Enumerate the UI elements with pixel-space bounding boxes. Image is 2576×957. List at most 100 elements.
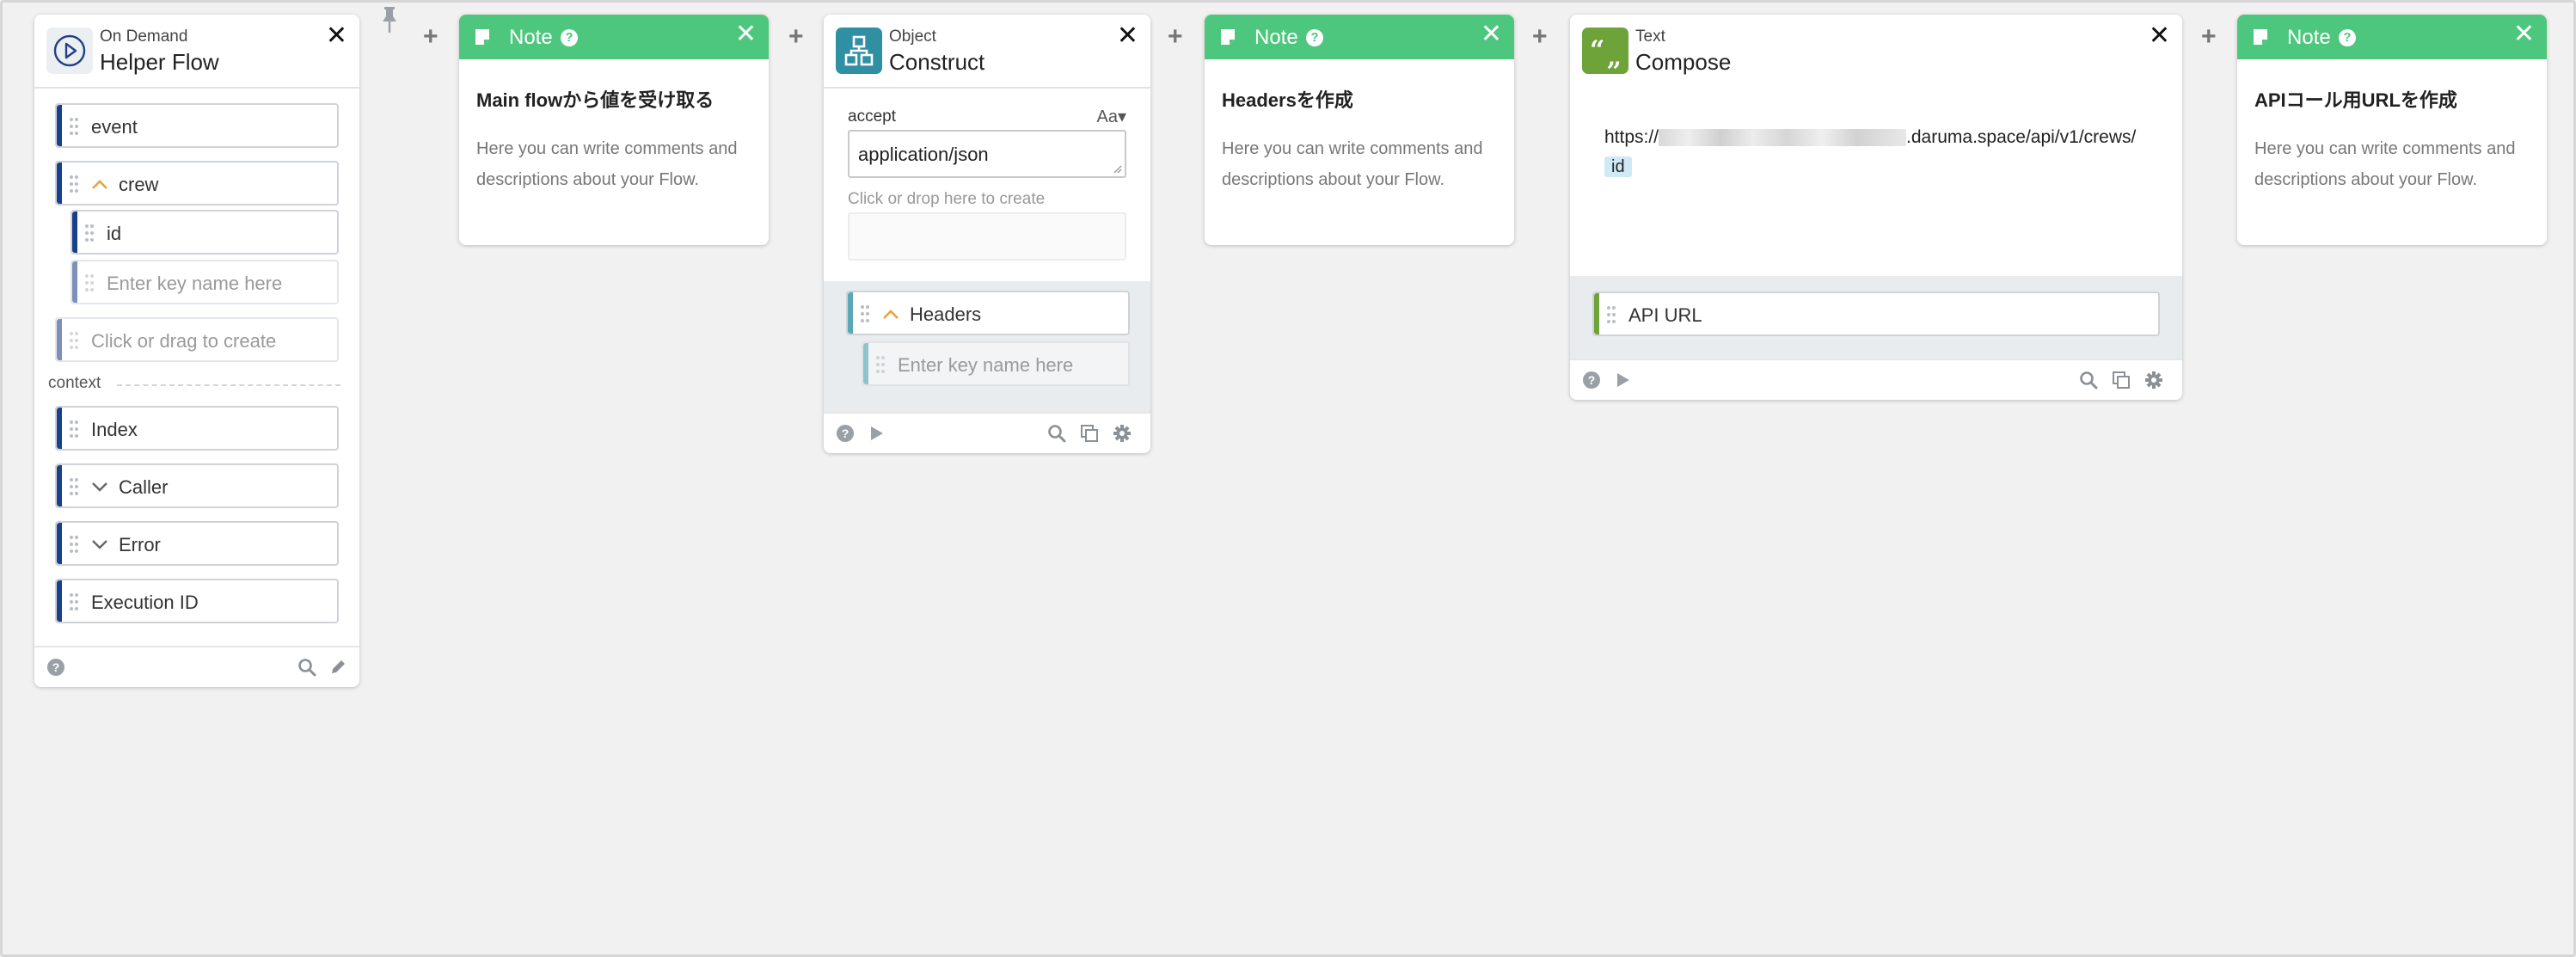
note-heading[interactable]: APIコール用URLを作成: [2254, 85, 2530, 113]
gear-icon[interactable]: [2144, 371, 2163, 390]
field-index[interactable]: Index: [55, 406, 339, 451]
trigger-kind: On Demand: [100, 28, 188, 46]
create-hint: Click or drop here to create: [848, 190, 1046, 208]
drag-handle-icon[interactable]: [84, 224, 95, 242]
note-header: Note ? ✕: [2237, 15, 2547, 59]
token-id[interactable]: id: [1604, 156, 1632, 177]
output-api-url[interactable]: API URL: [1592, 291, 2160, 336]
note-card-2[interactable]: Note ? ✕ Headersを作成 Here you can write c…: [1205, 15, 1514, 245]
field-label: Caller: [119, 476, 169, 498]
drag-handle-icon[interactable]: [860, 304, 870, 323]
search-icon[interactable]: [297, 658, 316, 677]
search-icon[interactable]: [1047, 424, 1066, 443]
create-dropzone[interactable]: [848, 212, 1126, 261]
key-name-placeholder: Enter key name here: [107, 273, 283, 294]
note-heading[interactable]: Main flowから値を受け取る: [476, 85, 751, 113]
add-step-plus-icon[interactable]: +: [1532, 22, 1548, 52]
field-execution-id[interactable]: Execution ID: [55, 579, 339, 623]
trigger-title: Helper Flow: [100, 49, 219, 75]
compose-text-editor[interactable]: https:// .daruma.space/api/v1/crews/ id: [1604, 123, 2155, 181]
add-step-plus-icon[interactable]: +: [1168, 22, 1183, 52]
help-icon[interactable]: ?: [2339, 29, 2356, 46]
close-icon[interactable]: ✕: [1117, 23, 1138, 49]
key-name-input[interactable]: Enter key name here: [71, 260, 339, 304]
add-step-plus-icon[interactable]: +: [2201, 22, 2217, 52]
compose-kind: Text: [1635, 28, 1665, 46]
pencil-icon[interactable]: [328, 658, 347, 677]
field-crew[interactable]: crew: [55, 161, 339, 206]
drag-handle-icon[interactable]: [69, 420, 79, 439]
construct-title: Construct: [889, 49, 985, 75]
drag-handle-icon[interactable]: [69, 477, 79, 496]
note-description[interactable]: Here you can write comments and descript…: [476, 133, 751, 195]
construct-header: Object Construct ✕: [824, 15, 1150, 89]
copy-icon[interactable]: [1080, 424, 1099, 443]
pin-icon[interactable]: [380, 5, 399, 34]
compose-card[interactable]: “„ Text Compose ✕ https:// .daruma.space/…: [1570, 15, 2182, 400]
help-icon[interactable]: ?: [46, 658, 65, 677]
field-error[interactable]: Error: [55, 521, 339, 566]
play-icon[interactable]: [1613, 371, 1632, 390]
output-name: API URL: [1628, 304, 1702, 326]
close-icon[interactable]: ✕: [2149, 23, 2170, 49]
copy-icon[interactable]: [2112, 371, 2131, 390]
help-icon[interactable]: ?: [561, 29, 578, 46]
compose-header: “„ Text Compose ✕: [1570, 15, 2182, 87]
close-icon[interactable]: ✕: [1481, 21, 1502, 47]
help-icon[interactable]: ?: [836, 424, 855, 443]
resize-handle-icon[interactable]: [1113, 165, 1122, 174]
close-icon[interactable]: ✕: [735, 21, 757, 47]
drag-handle-icon[interactable]: [69, 592, 79, 611]
key-name-input[interactable]: Enter key name here: [862, 341, 1130, 386]
key-name-placeholder: Enter key name here: [898, 354, 1074, 376]
construct-card[interactable]: Object Construct ✕ accept Aa▾ applicatio…: [824, 15, 1150, 453]
field-label: id: [107, 223, 122, 244]
trigger-card[interactable]: On Demand Helper Flow ✕ event crew id En…: [34, 15, 359, 687]
accept-label: accept: [848, 107, 896, 126]
field-event[interactable]: event: [55, 103, 339, 148]
note-icon: [475, 29, 489, 45]
chevron-down-icon[interactable]: [91, 538, 108, 550]
drag-handle-icon: [876, 356, 885, 373]
context-section-label: context: [48, 374, 340, 395]
drag-handle-icon[interactable]: [69, 535, 79, 554]
trigger-footer: ?: [34, 646, 359, 687]
chevron-down-icon[interactable]: [91, 481, 108, 493]
drag-handle-icon: [70, 332, 78, 349]
svg-text:“: “: [1590, 35, 1604, 65]
svg-text:?: ?: [842, 426, 849, 440]
drag-handle-icon[interactable]: [69, 117, 79, 136]
note-label: Note: [1254, 26, 1298, 49]
note-card-1[interactable]: Note ? ✕ Main flowから値を受け取る Here you can …: [459, 15, 769, 245]
search-icon[interactable]: [2079, 371, 2098, 390]
play-icon[interactable]: [867, 424, 886, 443]
accept-value-input[interactable]: application/json: [848, 130, 1126, 178]
output-headers[interactable]: Headers: [846, 291, 1130, 335]
field-label: Execution ID: [91, 592, 199, 613]
gear-icon[interactable]: [1113, 424, 1132, 443]
add-step-plus-icon[interactable]: +: [788, 22, 804, 52]
add-step-plus-icon[interactable]: +: [423, 22, 439, 52]
field-id[interactable]: id: [71, 210, 339, 255]
note-description[interactable]: Here you can write comments and descript…: [2254, 133, 2530, 195]
note-description[interactable]: Here you can write comments and descript…: [1222, 133, 1497, 195]
field-label: Error: [119, 534, 161, 555]
close-icon[interactable]: ✕: [2513, 21, 2535, 47]
note-label: Note: [509, 26, 553, 49]
chevron-up-icon[interactable]: [882, 308, 899, 320]
create-field-dropzone[interactable]: Click or drag to create: [55, 317, 339, 362]
compose-title: Compose: [1635, 49, 1732, 75]
redacted-host: [1659, 129, 1907, 147]
help-icon[interactable]: ?: [1582, 371, 1601, 390]
drag-handle-icon[interactable]: [1606, 305, 1616, 324]
drag-handle-icon[interactable]: [69, 175, 79, 193]
svg-text:„: „: [1607, 42, 1622, 72]
field-caller[interactable]: Caller: [55, 463, 339, 508]
chevron-up-icon[interactable]: [91, 178, 108, 190]
note-card-3[interactable]: Note ? ✕ APIコール用URLを作成 Here you can writ…: [2237, 15, 2547, 245]
type-toggle[interactable]: Aa▾: [1096, 106, 1126, 127]
close-icon[interactable]: ✕: [326, 23, 347, 49]
note-heading[interactable]: Headersを作成: [1222, 85, 1497, 113]
help-icon[interactable]: ?: [1306, 29, 1323, 46]
play-circle-icon: [46, 28, 93, 74]
